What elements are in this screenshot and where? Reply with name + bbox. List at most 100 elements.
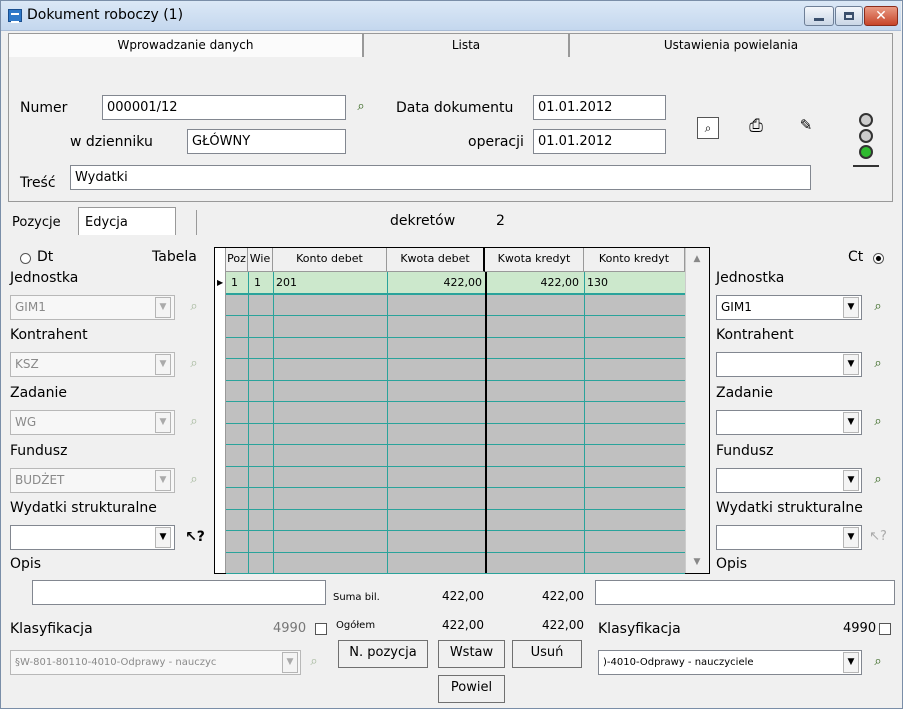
right-klasyfikacja-dropdown[interactable]: ▼ — [843, 652, 859, 673]
left-opis-input[interactable] — [32, 580, 326, 605]
right-zadanie-search-icon[interactable]: ⌕ — [868, 412, 888, 432]
grid-row-line — [226, 358, 685, 359]
dt-radio[interactable] — [20, 253, 31, 264]
right-jednostka-input[interactable]: GIM1 — [716, 295, 862, 320]
tab-ustawienia[interactable]: Ustawienia powielania — [569, 33, 893, 57]
usun-button[interactable]: Usuń — [512, 640, 582, 668]
left-kontrahent-search-icon[interactable]: ⌕ — [184, 354, 204, 374]
dekrety-grid[interactable]: ▶ Poz Wie Konto debet Kwota debet Kwota … — [214, 247, 710, 574]
data-operacji-label: operacji — [468, 134, 524, 150]
grid-row-line — [226, 379, 685, 381]
left-zadanie-dropdown[interactable]: ▼ — [155, 412, 171, 433]
header-kwota-debet[interactable]: Kwota debet — [387, 248, 485, 272]
left-wydatki-help-icon[interactable]: ↖? — [183, 525, 207, 549]
wstaw-button[interactable]: Wstaw — [438, 640, 505, 668]
right-zadanie-dropdown[interactable]: ▼ — [843, 412, 859, 433]
ogolem-label: Ogółem — [336, 620, 376, 631]
grid-col-line — [584, 272, 585, 573]
right-kontrahent-input[interactable] — [716, 352, 862, 377]
left-klasyfikacja-checkbox[interactable] — [315, 623, 327, 635]
tab-pozycje[interactable]: Pozycje — [12, 215, 61, 230]
left-wydatki-dropdown[interactable]: ▼ — [155, 527, 171, 548]
grid-row-line — [226, 293, 685, 295]
header-wie[interactable]: Wie — [248, 248, 273, 272]
left-kontrahent-dropdown[interactable]: ▼ — [155, 354, 171, 375]
right-kontrahent-dropdown[interactable]: ▼ — [843, 354, 859, 375]
data-dokumentu-input[interactable]: 01.01.2012 — [533, 95, 666, 120]
suma-bil-kredyt: 422,00 — [542, 589, 584, 603]
right-wydatki-label: Wydatki strukturalne — [716, 500, 863, 516]
scroll-down-icon[interactable]: ▼ — [688, 553, 706, 571]
print-icon[interactable]: ⎙ — [743, 116, 769, 140]
right-zadanie-input[interactable] — [716, 410, 862, 435]
right-klasyfikacja-input[interactable]: )-4010-Odprawy - nauczyciele — [598, 650, 862, 675]
numer-search-icon[interactable]: ⌕ — [351, 97, 371, 117]
scroll-up-icon[interactable]: ▲ — [688, 250, 706, 268]
tab-lista-label: Lista — [451, 38, 481, 52]
grid-row-line — [226, 315, 685, 316]
tabela-label: Tabela — [152, 249, 197, 265]
grid-col-line — [248, 272, 249, 573]
dziennik-input[interactable]: GŁÓWNY — [187, 129, 346, 154]
close-icon: ✕ — [875, 8, 887, 24]
left-zadanie-label: Zadanie — [10, 385, 68, 401]
header-kwota-kredyt[interactable]: Kwota kredyt — [485, 248, 584, 272]
right-wydatki-dropdown[interactable]: ▼ — [843, 527, 859, 548]
ct-radio[interactable] — [873, 253, 884, 264]
tab-wprowadzanie[interactable]: Wprowadzanie danych — [8, 33, 363, 57]
right-fundusz-label: Fundusz — [716, 443, 774, 459]
close-button[interactable]: ✕ — [864, 6, 898, 26]
header-poz[interactable]: Poz — [226, 248, 248, 272]
preview-icon[interactable]: ⌕ — [697, 117, 719, 139]
numer-input[interactable]: 000001/12 — [102, 95, 346, 120]
left-klasyfikacja-dropdown[interactable]: ▼ — [282, 652, 298, 673]
header-konto-kredyt[interactable]: Konto kredyt — [584, 248, 685, 272]
right-fundusz-search-icon[interactable]: ⌕ — [868, 470, 888, 490]
grid-col-line — [273, 272, 274, 573]
grid-row-line — [226, 508, 685, 510]
left-jednostka-search-icon[interactable]: ⌕ — [184, 297, 204, 317]
edit-icon[interactable]: ✎ — [793, 116, 819, 140]
current-row-icon: ▶ — [217, 278, 224, 287]
ogolem-debet: 422,00 — [442, 618, 484, 632]
header-konto-debet[interactable]: Konto debet — [273, 248, 387, 272]
data-operacji-input[interactable]: 01.01.2012 — [533, 129, 666, 154]
left-kontrahent-input[interactable]: KSZ — [10, 352, 175, 377]
right-fundusz-input[interactable] — [716, 468, 862, 493]
ct-label: Ct — [848, 249, 864, 265]
right-opis-input[interactable] — [595, 580, 895, 605]
right-kontrahent-search-icon[interactable]: ⌕ — [868, 354, 888, 374]
right-jednostka-dropdown[interactable]: ▼ — [843, 297, 859, 318]
tab-edycja[interactable]: Edycja — [78, 207, 176, 235]
grid-lines — [226, 272, 685, 574]
left-wydatki-input[interactable] — [10, 525, 175, 550]
grid-row-line — [226, 336, 685, 338]
left-zadanie-input[interactable]: WG — [10, 410, 175, 435]
right-klasyfikacja-checkbox[interactable] — [879, 623, 891, 635]
right-jednostka-search-icon[interactable]: ⌕ — [868, 297, 888, 317]
right-wydatki-help-icon[interactable]: ↖? — [865, 525, 891, 549]
right-klasyfikacja-num: 4990 — [843, 621, 877, 636]
left-jednostka-dropdown[interactable]: ▼ — [155, 297, 171, 318]
left-fundusz-search-icon[interactable]: ⌕ — [184, 470, 204, 490]
ogolem-kredyt: 422,00 — [542, 618, 584, 632]
grid-vscrollbar[interactable]: ▲ ▼ — [685, 248, 709, 573]
maximize-button[interactable] — [835, 6, 863, 26]
right-fundusz-dropdown[interactable]: ▼ — [843, 470, 859, 491]
left-klasyfikacja-search-icon[interactable]: ⌕ — [304, 652, 324, 672]
minimize-button[interactable] — [804, 6, 834, 26]
right-wydatki-input[interactable] — [716, 525, 862, 550]
grid-col-line — [387, 272, 388, 573]
powiel-button[interactable]: Powiel — [438, 675, 505, 703]
left-zadanie-search-icon[interactable]: ⌕ — [184, 412, 204, 432]
data-dokumentu-label: Data dokumentu — [396, 100, 514, 116]
nowa-pozycja-button[interactable]: N. pozycja — [338, 640, 428, 668]
left-klasyfikacja-input[interactable]: §W-801-80110-4010-Odprawy - nauczyc — [10, 650, 301, 675]
left-fundusz-dropdown[interactable]: ▼ — [155, 470, 171, 491]
tab-lista[interactable]: Lista — [363, 33, 569, 57]
grid-row-line — [226, 573, 685, 574]
left-jednostka-input[interactable]: GIM1 — [10, 295, 175, 320]
left-fundusz-input[interactable]: BUDŻET — [10, 468, 175, 493]
tresc-input[interactable]: Wydatki — [70, 165, 811, 190]
right-klasyfikacja-search-icon[interactable]: ⌕ — [868, 652, 888, 672]
